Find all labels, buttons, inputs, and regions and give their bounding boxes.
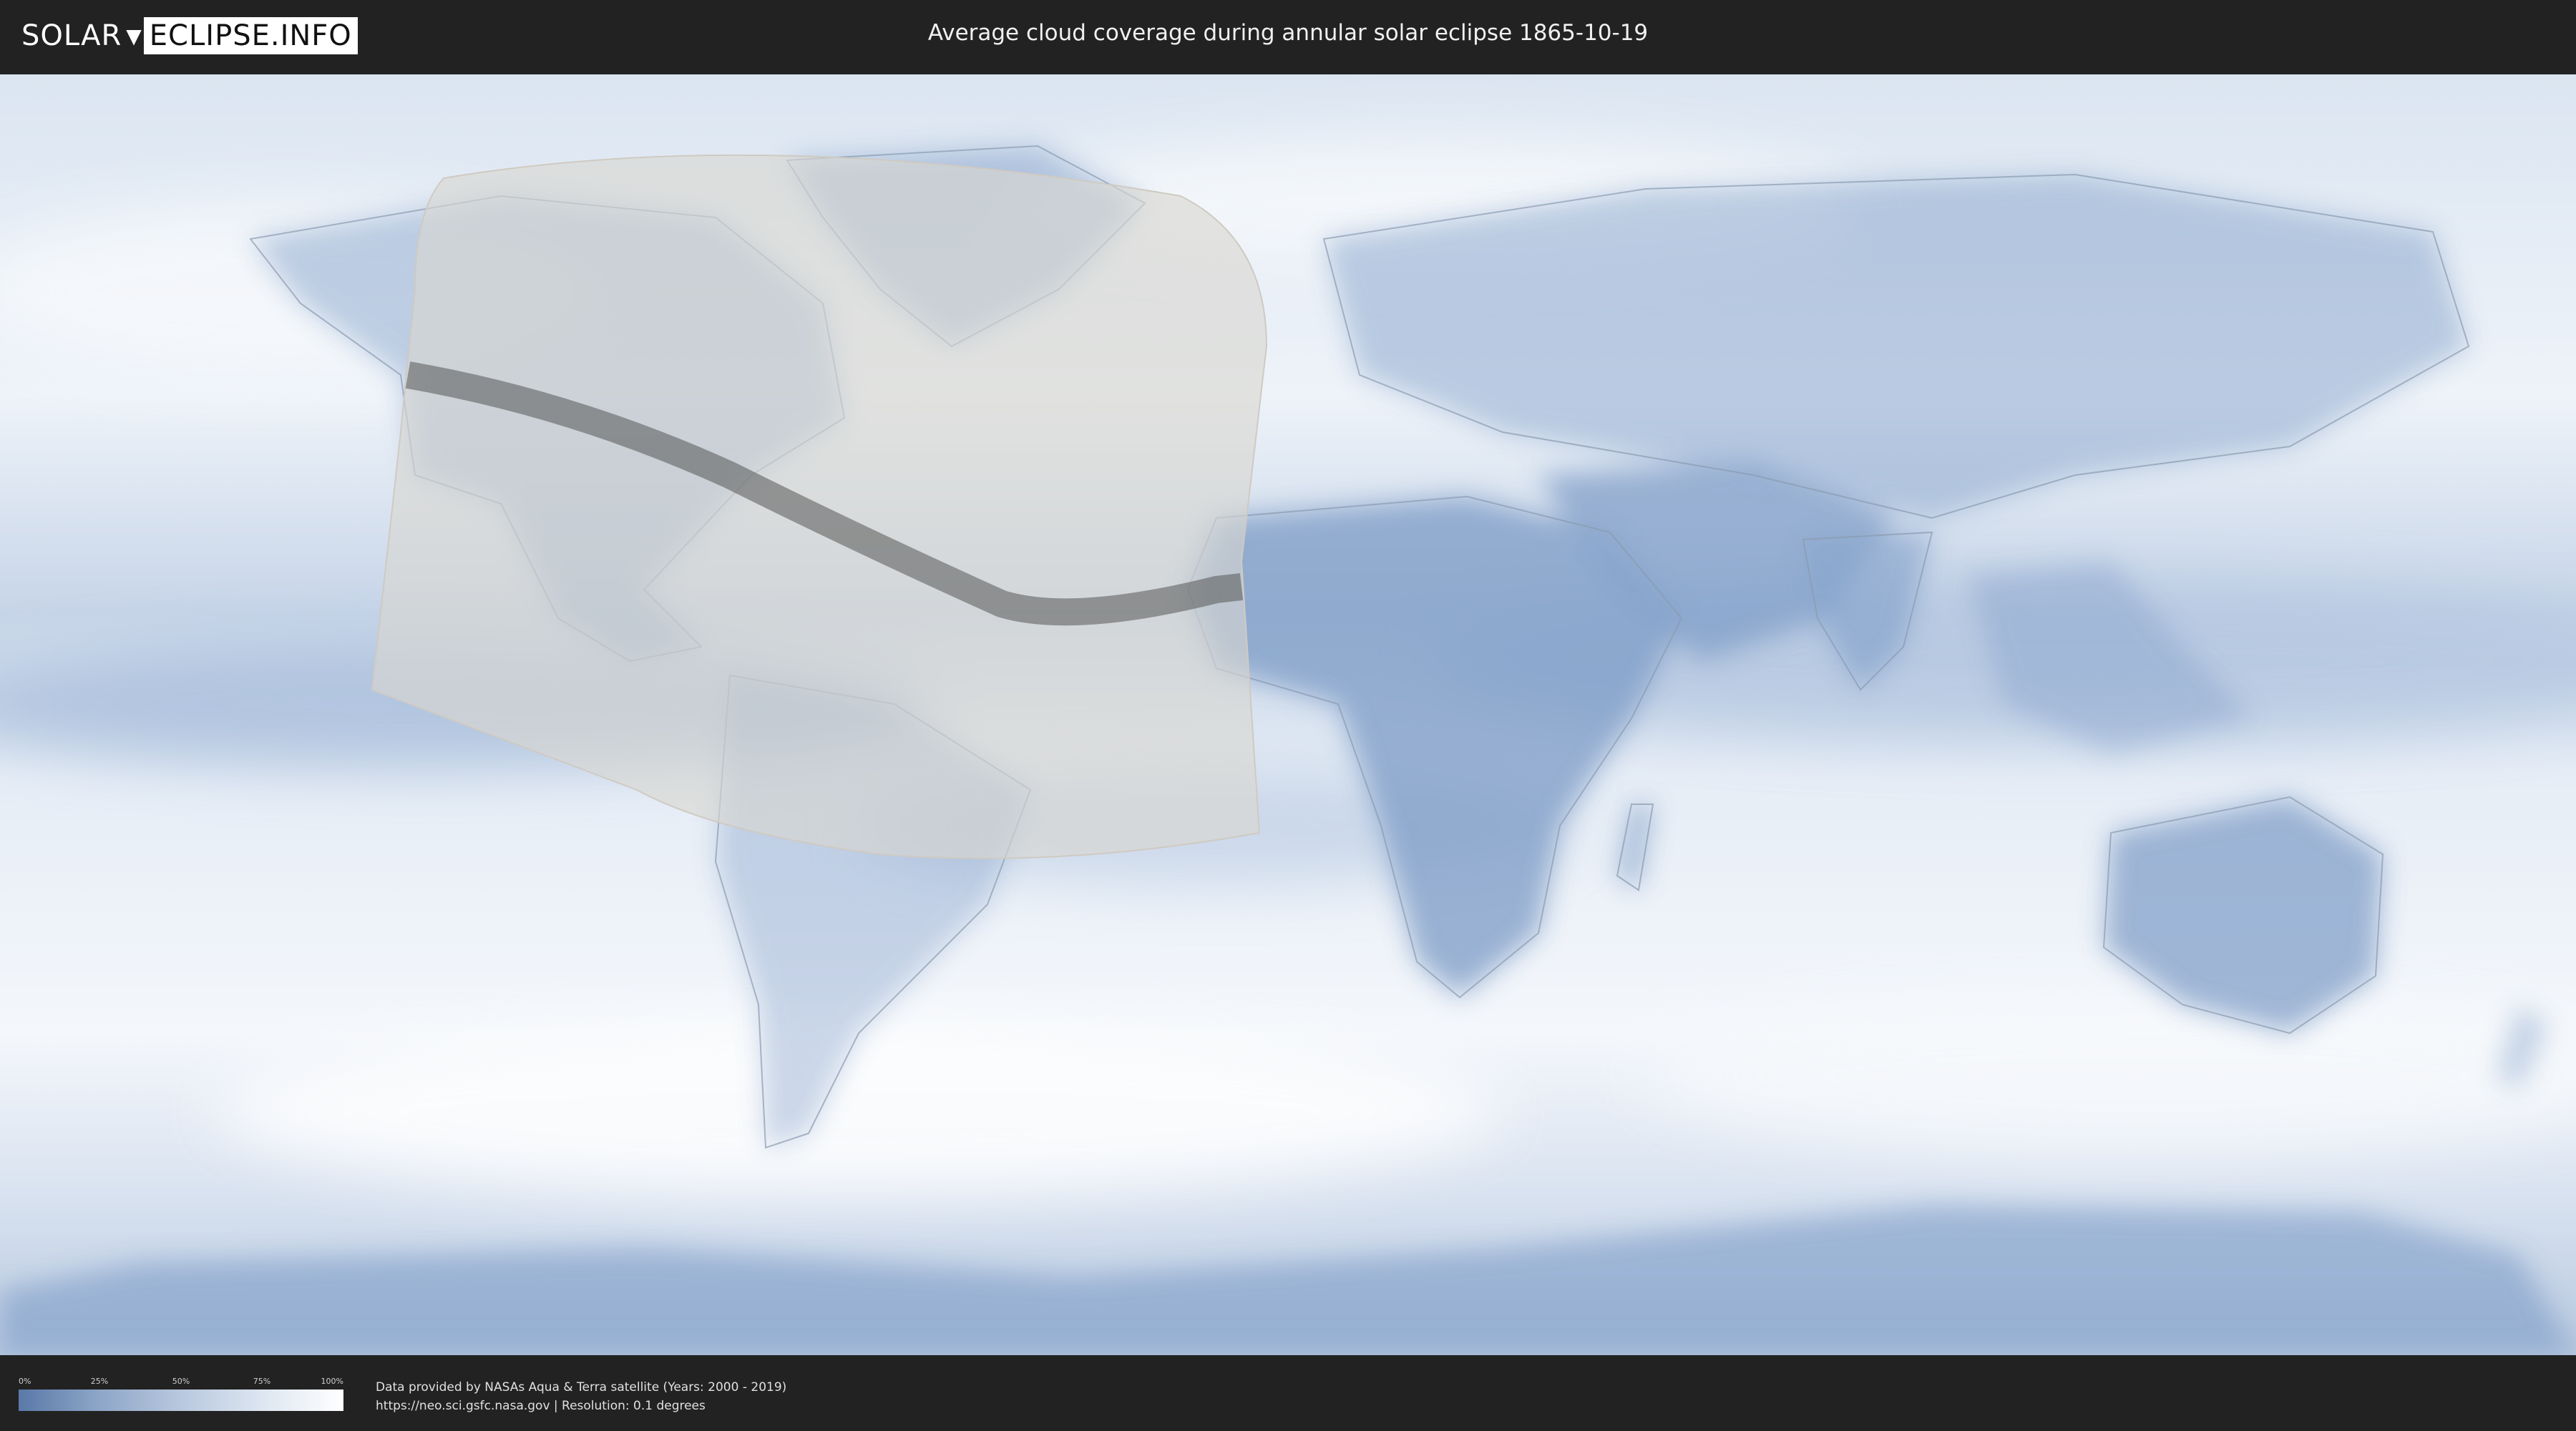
legend-tick-100: 100% (321, 1377, 343, 1386)
legend-tick-0: 0% (19, 1377, 31, 1386)
legend-tick-25: 25% (90, 1377, 109, 1386)
page-title: Average cloud coverage during annular so… (927, 20, 1649, 46)
cloud-coverage-legend: 0% 25% 50% 75% 100% (19, 1377, 343, 1411)
legend-tick-50: 50% (172, 1377, 190, 1386)
world-map-svg (0, 74, 2576, 1355)
header-bar: SOLAR ▼ ECLIPSE.INFO Average cloud cover… (0, 0, 2576, 72)
legend-gradient-bar (19, 1390, 343, 1411)
credit-line-source: Data provided by NASAs Aqua & Terra sate… (376, 1380, 787, 1395)
credit-line-url[interactable]: https://neo.sci.gsfc.nasa.gov | Resoluti… (376, 1397, 786, 1415)
legend-ticks: 0% 25% 50% 75% 100% (19, 1377, 343, 1390)
legend-tick-75: 75% (253, 1377, 271, 1386)
data-credits: Data provided by NASAs Aqua & Terra sate… (376, 1378, 786, 1415)
cloud-coverage-map[interactable] (0, 74, 2576, 1355)
